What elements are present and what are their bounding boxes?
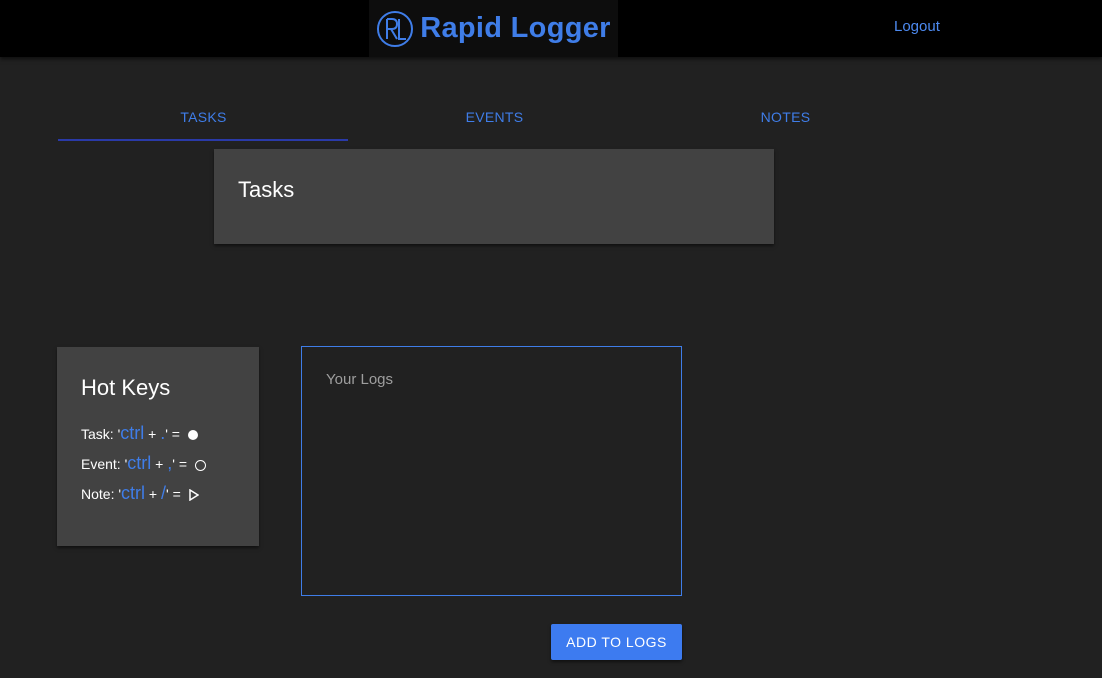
hotkey-equals: = — [167, 426, 184, 442]
triangle-right-icon — [188, 486, 200, 502]
hotkey-key: ctrl — [120, 423, 145, 443]
hotkey-label: Task: ' — [81, 426, 121, 442]
hotkey-equals: = — [168, 486, 185, 502]
tab-events[interactable]: EVENTS — [349, 96, 640, 142]
hotkey-note: Note: ' ctrl + / ' = — [81, 483, 200, 504]
brand-name: Rapid Logger — [420, 12, 611, 44]
active-tab-indicator — [58, 139, 348, 141]
hotkeys-title: Hot Keys — [81, 375, 171, 400]
hotkey-label: Event: ' — [81, 456, 128, 472]
hotkey-task: Task: ' ctrl + . ' = — [81, 423, 198, 444]
hotkey-key: ctrl — [127, 453, 152, 473]
hotkeys-card: Hot Keys Task: ' ctrl + . ' = Event: ' ctrl… — [57, 347, 259, 546]
filled-circle-icon — [187, 426, 198, 442]
hotkey-label: Note: ' — [81, 486, 122, 502]
logs-textarea-container — [301, 346, 682, 596]
hotkey-plus: + — [151, 456, 168, 472]
hotkey-key: ctrl — [121, 483, 146, 503]
add-to-logs-button[interactable]: ADD TO LOGS — [551, 624, 682, 660]
top-navbar: Rapid Logger Logout — [0, 0, 1102, 57]
empty-circle-icon — [194, 456, 206, 472]
hotkey-plus: + — [144, 426, 161, 442]
tab-bar: TASKS EVENTS NOTES — [58, 96, 931, 142]
hotkey-plus: + — [145, 486, 161, 502]
logs-textarea[interactable] — [302, 347, 681, 595]
hotkey-equals: = — [174, 456, 191, 472]
rl-monogram-icon — [377, 10, 414, 47]
brand[interactable]: Rapid Logger — [369, 0, 618, 57]
tab-notes[interactable]: NOTES — [640, 96, 931, 142]
tasks-card-title: Tasks — [238, 177, 295, 202]
logout-link[interactable]: Logout — [894, 18, 940, 35]
tasks-card: Tasks — [214, 149, 774, 244]
hotkey-event: Event: ' ctrl + , ' = — [81, 453, 206, 474]
tab-tasks[interactable]: TASKS — [58, 96, 349, 142]
